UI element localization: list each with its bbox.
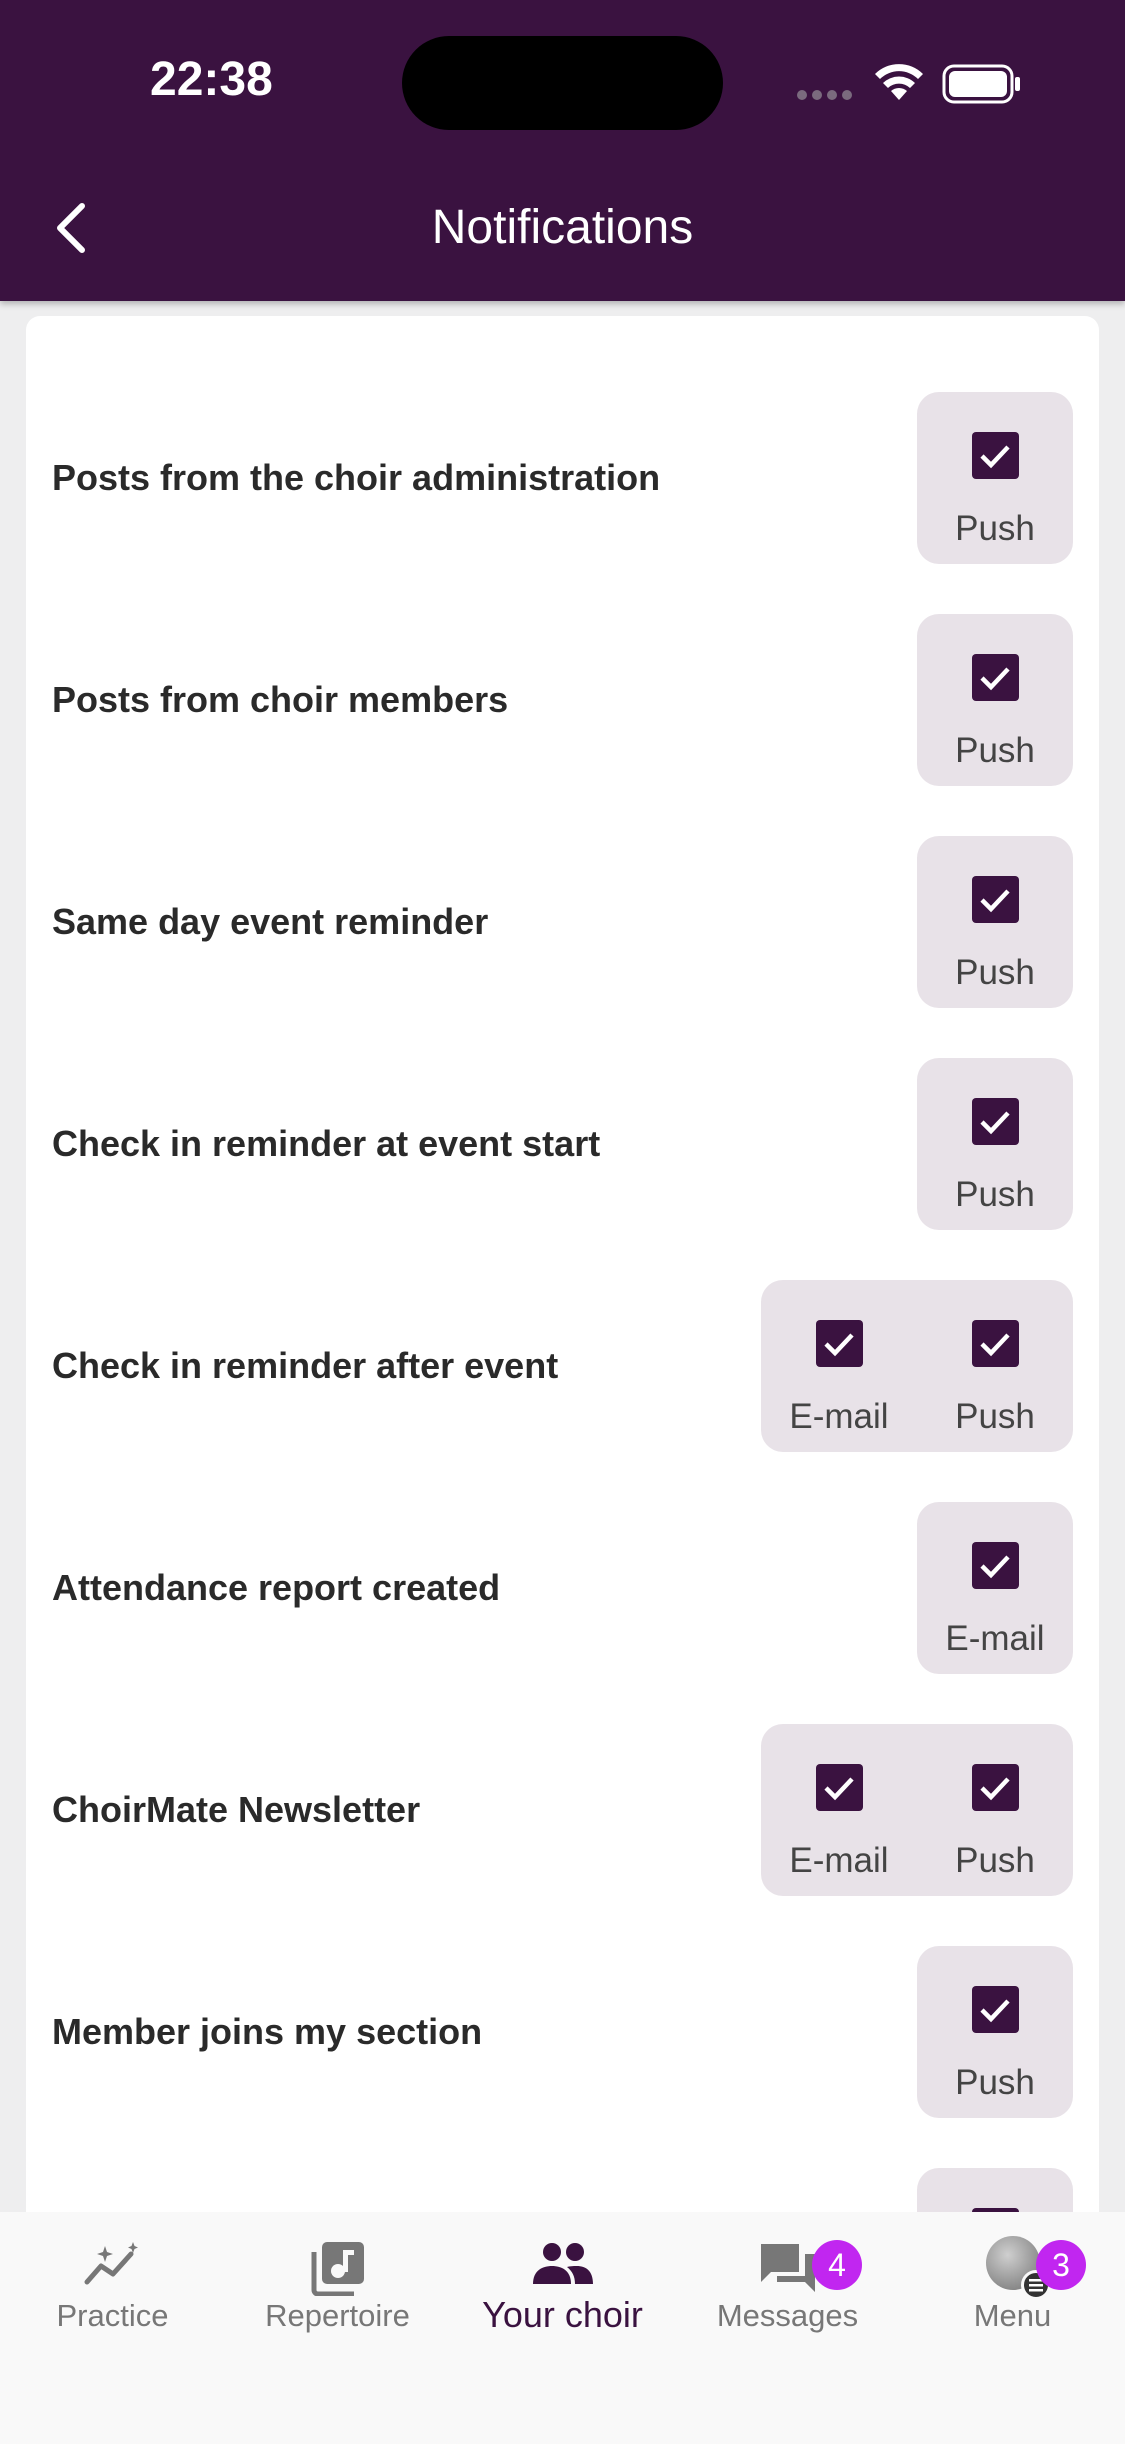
setting-label: Check in reminder after event — [52, 1345, 559, 1386]
status-time: 22:38 — [150, 53, 273, 106]
checkbox-checked-icon — [971, 654, 1019, 701]
push-checkbox[interactable]: Push — [933, 1724, 1057, 1896]
option-label: Push — [955, 2063, 1035, 2102]
setting-label: Member joins my section — [52, 2011, 483, 2052]
setting-label: Posts from choir members — [52, 679, 509, 720]
option-label: E-mail — [789, 1397, 889, 1436]
option-group: Push — [917, 392, 1073, 564]
setting-label: Same day event reminder — [52, 901, 489, 942]
option-label: E-mail — [945, 1619, 1045, 1658]
setting-row: Posts from choir members Push — [26, 614, 1099, 786]
push-checkbox[interactable]: Push — [933, 1946, 1057, 2118]
option-label: Push — [955, 1397, 1035, 1436]
setting-row: Check in reminder at event start Push — [26, 1058, 1099, 1230]
cellular-signal-icon — [797, 87, 857, 105]
setting-row: Posts from the choir administration Push — [26, 392, 1099, 564]
setting-label: ChoirMate Newsletter — [52, 1789, 421, 1830]
email-checkbox[interactable]: E-mail — [777, 1724, 901, 1896]
option-group: Push — [917, 614, 1073, 786]
push-checkbox[interactable]: Push — [933, 1058, 1057, 1230]
option-group: Push — [917, 1946, 1073, 2118]
nav-practice[interactable]: Practice — [0, 2212, 225, 2392]
setting-label: Attendance report created — [52, 1567, 501, 1608]
option-group: Push — [917, 836, 1073, 1008]
checkbox-checked-icon — [971, 1320, 1019, 1367]
push-checkbox[interactable]: Push — [933, 614, 1057, 786]
bottom-navigation: Practice Repertoire Your choir 4 Message… — [0, 2212, 1125, 2444]
push-checkbox[interactable]: Push — [933, 836, 1057, 1008]
setting-row: Same day event reminder Push — [26, 836, 1099, 1008]
checkbox-checked-icon — [971, 1542, 1019, 1589]
battery-icon — [942, 64, 1020, 104]
option-label: Push — [955, 1175, 1035, 1214]
option-group: E-mail Push — [761, 1724, 1073, 1896]
checkbox-checked-icon — [971, 1098, 1019, 1145]
nav-label: Your choir — [482, 2294, 643, 2335]
checkbox-checked-icon — [971, 1764, 1019, 1811]
push-checkbox[interactable]: Push — [933, 392, 1057, 564]
nav-label: Messages — [716, 2298, 859, 2333]
nav-repertoire[interactable]: Repertoire — [225, 2212, 450, 2392]
nav-label: Menu — [973, 2298, 1052, 2333]
wifi-icon — [875, 64, 923, 100]
practice-chart-icon — [84, 2242, 138, 2285]
app-header: 22:38 Notifications — [0, 0, 1125, 301]
dynamic-island — [402, 36, 723, 130]
setting-row: Check in reminder after event E-mail Pus… — [26, 1280, 1099, 1452]
option-group: Push — [917, 1058, 1073, 1230]
email-checkbox[interactable]: E-mail — [777, 1280, 901, 1452]
checkbox-checked-icon — [971, 876, 1019, 923]
push-checkbox[interactable]: Push — [933, 1280, 1057, 1452]
setting-row: ChoirMate Newsletter E-mail Push — [26, 1724, 1099, 1896]
people-icon — [532, 2243, 593, 2284]
nav-menu[interactable]: 3 Menu — [900, 2212, 1125, 2392]
menu-badge: 3 — [1036, 2240, 1086, 2290]
setting-label: Posts from the choir administration — [52, 457, 661, 498]
setting-row: Attendance report created E-mail — [26, 1502, 1099, 1674]
nav-label: Practice — [56, 2298, 169, 2333]
nav-label: Repertoire — [265, 2298, 410, 2333]
option-label: Push — [955, 731, 1035, 770]
notification-settings-card: Posts from the choir administration Push… — [26, 316, 1099, 2340]
checkbox-checked-icon — [971, 1986, 1019, 2033]
option-label: Push — [955, 509, 1035, 548]
option-label: Push — [955, 1841, 1035, 1880]
option-group: E-mail Push — [761, 1280, 1073, 1452]
checkbox-checked-icon — [971, 432, 1019, 479]
option-label: Push — [955, 953, 1035, 992]
chat-bubbles-icon — [760, 2244, 815, 2292]
setting-label: Check in reminder at event start — [52, 1123, 601, 1164]
option-label: E-mail — [789, 1841, 889, 1880]
nav-messages[interactable]: 4 Messages — [675, 2212, 900, 2392]
email-checkbox[interactable]: E-mail — [933, 1502, 1057, 1674]
music-library-icon — [311, 2242, 364, 2296]
page-title: Notifications — [431, 201, 694, 254]
messages-badge: 4 — [812, 2240, 862, 2290]
checkbox-checked-icon — [815, 1320, 863, 1367]
option-group: E-mail — [917, 1502, 1073, 1674]
checkbox-checked-icon — [815, 1764, 863, 1811]
nav-your-choir[interactable]: Your choir — [450, 2212, 675, 2392]
setting-row: Member joins my section Push — [26, 1946, 1099, 2118]
